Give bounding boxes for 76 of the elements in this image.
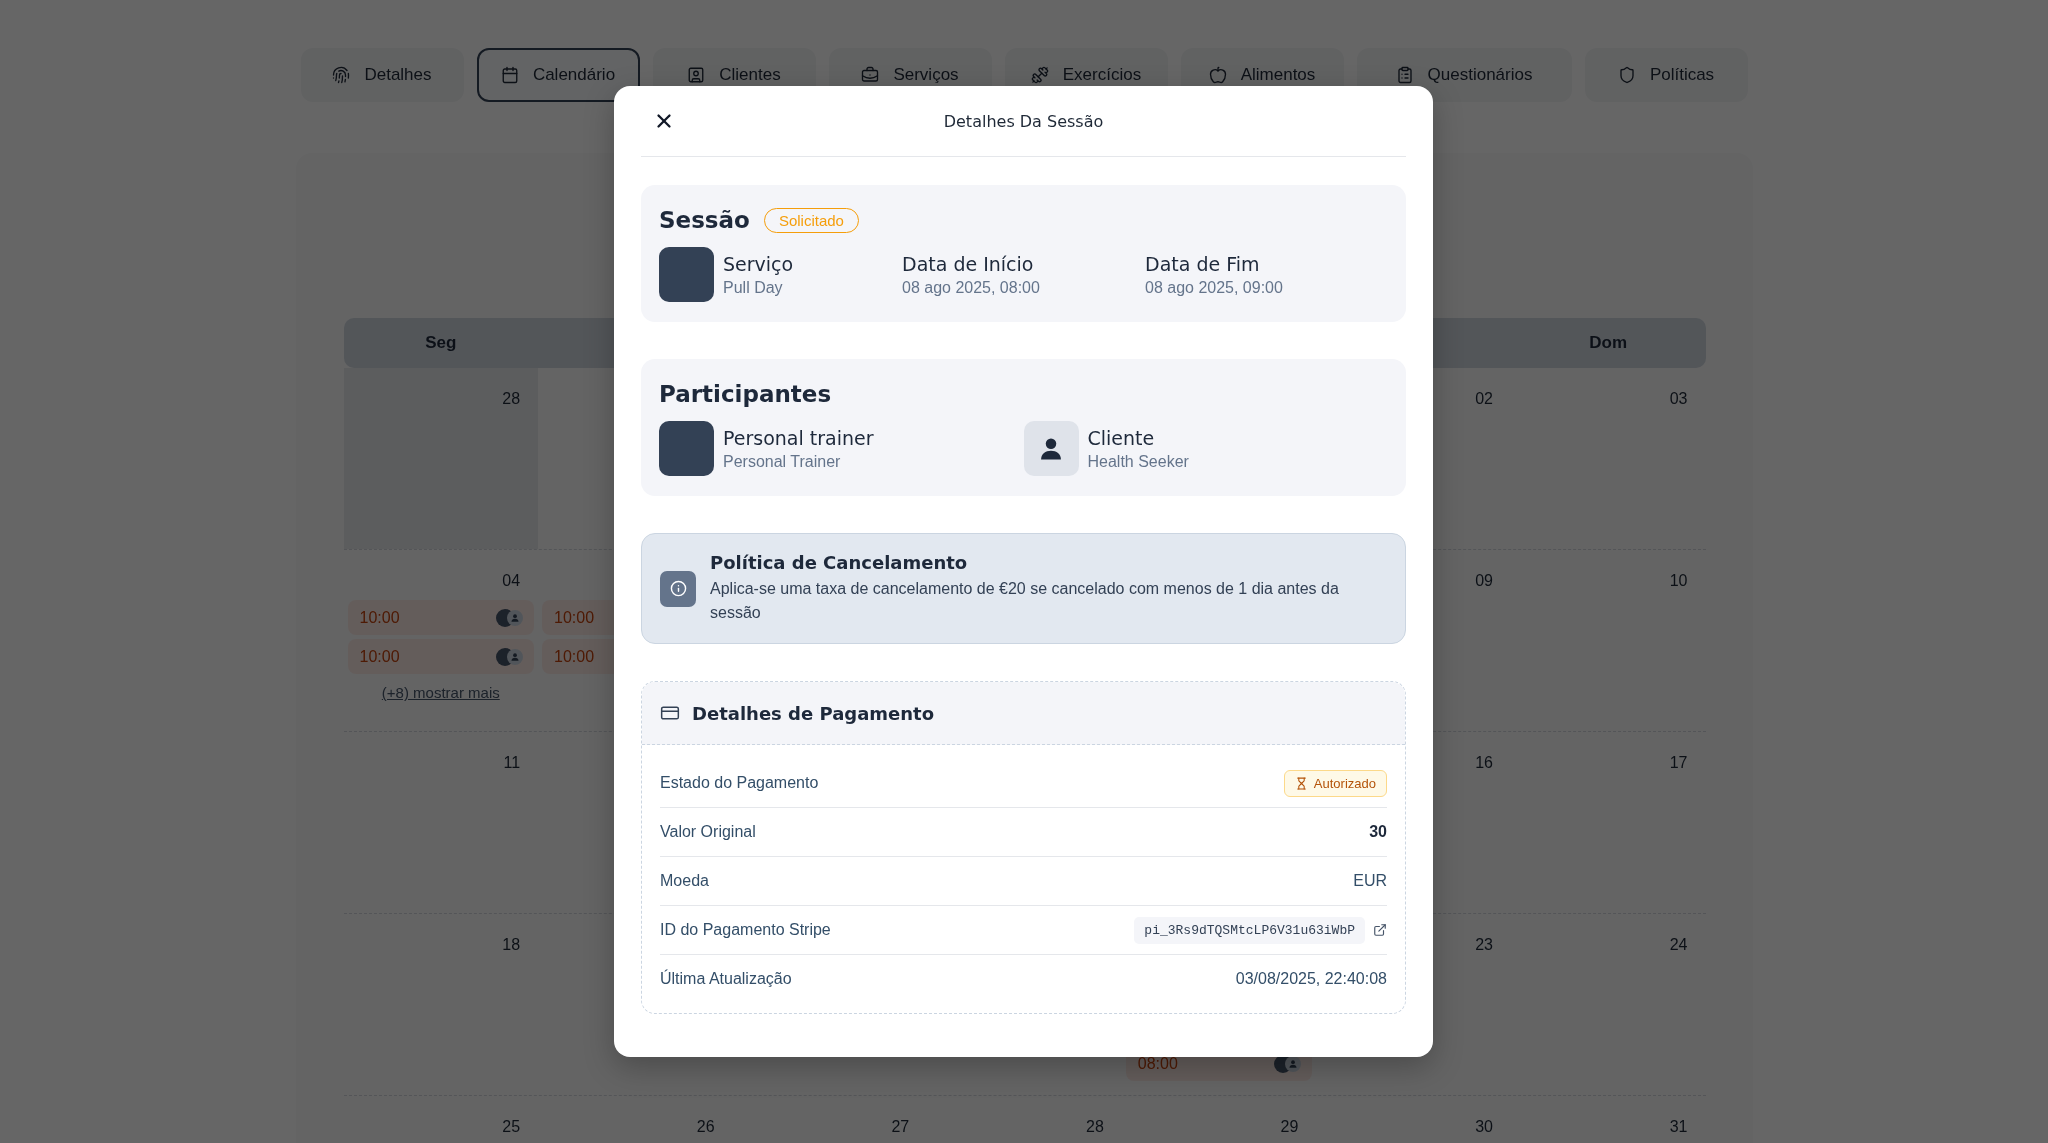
tab[interactable]: Detalhes — [300, 48, 464, 102]
tab[interactable]: Calendário — [476, 48, 640, 102]
row-value: EUR — [1353, 872, 1387, 890]
show-more-link[interactable]: (+8) mostrar mais — [381, 684, 500, 701]
tab[interactable]: Questionários — [1356, 48, 1572, 102]
day-number: 02 — [1475, 390, 1494, 408]
row-value: 30 — [1369, 823, 1387, 841]
day-number: 25 — [502, 1118, 522, 1136]
person-icon — [1288, 1058, 1299, 1069]
day-number: 03 — [1669, 390, 1689, 408]
day-number: 09 — [1475, 572, 1494, 590]
day-number: 31 — [1669, 1118, 1689, 1136]
field-value: Pull Day — [723, 278, 784, 297]
field-label: Data de Fim — [1145, 252, 1261, 275]
row-value: 03/08/2025, 22:40:08 — [1235, 970, 1387, 988]
participant-role: Personal Trainer — [723, 452, 842, 471]
field-value: 08 ago 2025, 09:00 — [1145, 278, 1283, 297]
day-number: 29 — [1280, 1118, 1300, 1136]
event-time: 08:00 — [1137, 1054, 1178, 1073]
row-label: Estado do Pagamento — [660, 774, 819, 792]
person-icon — [510, 651, 521, 662]
payment-id: pi_3Rs9dTQSMtcLP6V31u63iWbP — [1134, 916, 1365, 944]
day-number: 24 — [1669, 936, 1689, 954]
external-link-icon[interactable] — [1373, 923, 1387, 937]
event-time: 10:00 — [554, 647, 595, 666]
day-number: 04 — [502, 572, 522, 590]
field-value: 08 ago 2025, 08:00 — [902, 278, 1040, 297]
shield-icon — [1617, 66, 1636, 84]
row-label: Valor Original — [660, 823, 756, 841]
day-number: 18 — [502, 936, 522, 954]
photo-placeholder — [659, 247, 714, 302]
row-label: Moeda — [660, 872, 709, 890]
photo-placeholder — [659, 421, 714, 476]
field-label: Serviço — [723, 252, 794, 275]
dumbbell-icon — [1030, 66, 1049, 84]
weekday-label: Dom — [1589, 333, 1628, 353]
row-label: Última Atualização — [660, 970, 792, 988]
notice-text: Aplica-se uma taxa de cancelamento de €20 se cancelado com menos de 1 dia antes da sessão — [710, 579, 1340, 623]
dialog-title: Detalhes Da Sessão — [943, 111, 1104, 131]
section-heading: Participantes — [659, 381, 832, 407]
event-time: 10:00 — [554, 608, 595, 627]
notice-title: Política de Cancelamento — [710, 552, 969, 573]
participant-name: Personal trainer — [723, 426, 874, 449]
participant-role: Health Seeker — [1087, 452, 1189, 471]
tab[interactable]: Políticas — [1584, 48, 1748, 102]
person-icon — [510, 612, 521, 623]
fingerprint-icon — [332, 66, 351, 84]
contact-card-icon — [687, 66, 706, 84]
clipboard-icon — [1395, 66, 1414, 84]
day-number: 11 — [503, 754, 522, 772]
section-heading: Sessão — [659, 207, 750, 233]
day-number: 16 — [1475, 754, 1494, 772]
day-number: 28 — [1086, 1118, 1105, 1136]
credit-card-icon — [660, 703, 680, 723]
day-number: 28 — [502, 390, 522, 408]
day-number: 27 — [891, 1118, 911, 1136]
event-chip[interactable]: 10:00 — [347, 639, 535, 674]
calendar-icon — [500, 66, 519, 84]
event-time: 10:00 — [359, 647, 400, 666]
day-number: 17 — [1669, 754, 1689, 772]
section-heading: Detalhes de Pagamento — [692, 702, 935, 724]
event-chip[interactable]: 10:00 — [347, 600, 535, 635]
hourglass-icon — [1294, 776, 1308, 790]
day-number: 30 — [1475, 1118, 1494, 1136]
apple-icon — [1208, 66, 1227, 84]
event-time: 10:00 — [359, 608, 400, 627]
briefcase-icon — [861, 66, 880, 84]
day-number: 10 — [1669, 572, 1689, 590]
payment-status-badge: Autorizado — [1283, 769, 1387, 797]
info-icon — [660, 570, 696, 607]
day-number: 23 — [1475, 936, 1494, 954]
participant-name: Cliente — [1087, 426, 1156, 449]
row-label: ID do Pagamento Stripe — [660, 921, 831, 939]
day-number: 26 — [696, 1118, 716, 1136]
field-label: Data de Início — [902, 252, 1035, 275]
weekday-label: Seg — [425, 333, 457, 353]
